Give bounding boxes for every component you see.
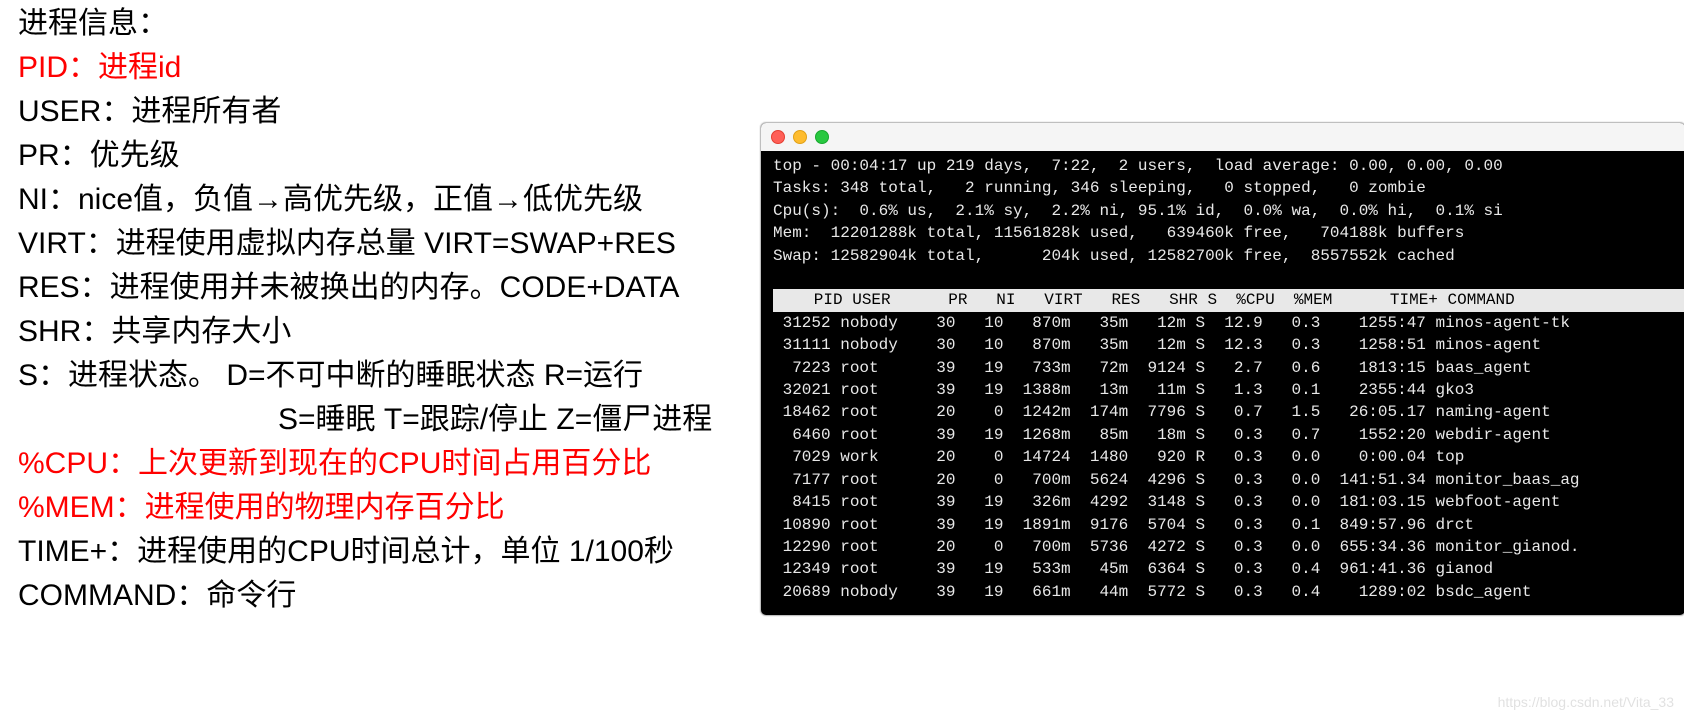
definition-line: NI：nice值，负值→高优先级，正值→低优先级 [18,178,712,222]
top-summary: top - 00:04:17 up 219 days, 7:22, 2 user… [773,155,1684,267]
definition-line: %CPU：上次更新到现在的CPU时间占用百分比 [18,442,712,486]
definition-line: COMMAND：命令行 [18,574,712,618]
definition-line: VIRT：进程使用虚拟内存总量 VIRT=SWAP+RES [18,222,712,266]
close-icon[interactable] [771,130,785,144]
watermark: https://blog.csdn.net/Vita_33 [1498,694,1674,710]
definition-line: USER：进程所有者 [18,90,712,134]
minimize-icon[interactable] [793,130,807,144]
heading: 进程信息： [18,2,712,46]
definition-line: RES：进程使用并未被换出的内存。CODE+DATA [18,266,712,310]
terminal-window: top - 00:04:17 up 219 days, 7:22, 2 user… [760,122,1684,616]
definition-line: S：进程状态。 D=不可中断的睡眠状态 R=运行 [18,354,712,398]
field-definitions: 进程信息： PID：进程idUSER：进程所有者PR：优先级NI：nice值，负… [18,2,712,618]
definition-line: S=睡眠 T=跟踪/停止 Z=僵尸进程 [278,398,712,442]
definition-line: TIME+：进程使用的CPU时间总计，单位 1/100秒 [18,530,712,574]
window-titlebar [761,123,1684,151]
definition-line: %MEM：进程使用的物理内存百分比 [18,486,712,530]
zoom-icon[interactable] [815,130,829,144]
terminal-output: top - 00:04:17 up 219 days, 7:22, 2 user… [761,151,1684,603]
definition-line: PR：优先级 [18,134,712,178]
process-table-header: PID USER PR NI VIRT RES SHR S %CPU %MEM … [773,289,1684,311]
process-table-body: 31252 nobody 30 10 870m 35m 12m S 12.9 0… [773,312,1684,603]
definition-line: PID：进程id [18,46,712,90]
definition-line: SHR：共享内存大小 [18,310,712,354]
